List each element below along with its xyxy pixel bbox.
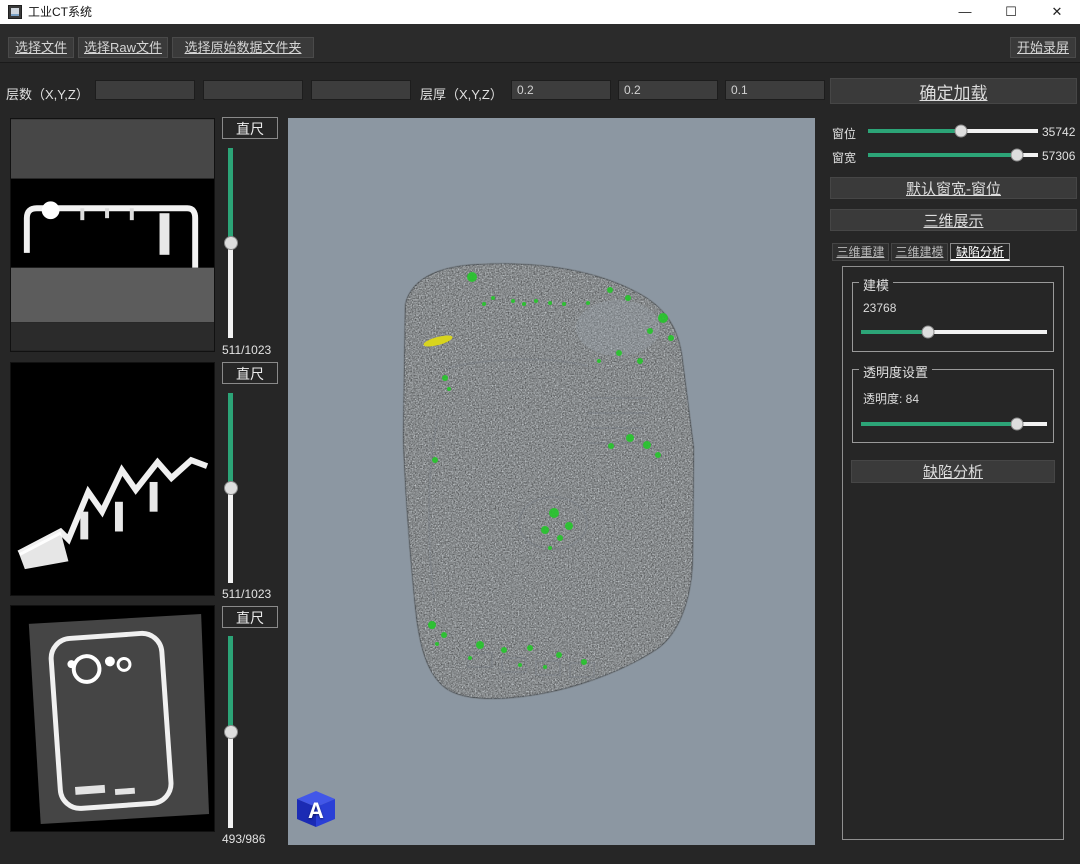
window-level-value: 35742 bbox=[1042, 125, 1075, 139]
ct-slice-view-2 bbox=[10, 362, 215, 596]
window-width-slider[interactable] bbox=[868, 148, 1038, 162]
thickness-z-input[interactable] bbox=[725, 80, 825, 100]
ruler-label-3: 直尺 bbox=[222, 606, 278, 628]
ruler-text-3: 直尺 bbox=[236, 610, 264, 626]
window-level-label: 窗位 bbox=[832, 125, 856, 142]
ruler-text-2: 直尺 bbox=[236, 366, 264, 382]
ct-slice-image-3 bbox=[11, 606, 214, 831]
ct-slice-image-2 bbox=[11, 363, 214, 595]
window-controls: — ☐ ✕ bbox=[942, 0, 1080, 24]
ruler-label-2: 直尺 bbox=[222, 362, 278, 384]
slice-slider-3[interactable] bbox=[224, 636, 238, 828]
defect-analysis-panel: 建模 23768 透明度设置 透明度: 84 缺陷分析 bbox=[842, 266, 1064, 840]
slice-slider-1[interactable] bbox=[224, 148, 238, 338]
app-window: { "window": { "title": "工业CT系统", "contro… bbox=[0, 0, 1080, 864]
slider-handle[interactable] bbox=[224, 236, 238, 250]
ct-slice-view-1 bbox=[10, 118, 215, 352]
thickness-x-input[interactable] bbox=[511, 80, 611, 100]
transparency-group: 透明度设置 透明度: 84 bbox=[852, 369, 1054, 443]
modeling-value: 23768 bbox=[863, 301, 896, 315]
slice-position-1: 511/1023 bbox=[222, 343, 271, 357]
window-width-label: 窗宽 bbox=[832, 149, 856, 166]
minimize-button[interactable]: — bbox=[942, 0, 988, 24]
default-window-button[interactable]: 默认窗宽-窗位 bbox=[830, 177, 1077, 199]
logo-letter: A bbox=[296, 795, 336, 827]
close-button[interactable]: ✕ bbox=[1034, 0, 1080, 24]
slice-position-2: 511/1023 bbox=[222, 587, 271, 601]
slider-handle[interactable] bbox=[1011, 418, 1024, 431]
window-width-value: 57306 bbox=[1042, 149, 1075, 163]
viewer-logo: A bbox=[296, 789, 336, 827]
window-level-slider[interactable] bbox=[868, 124, 1038, 138]
modeling-group-title: 建模 bbox=[859, 275, 893, 294]
start-recording-button[interactable]: 开始录屏 bbox=[1010, 37, 1076, 58]
ct-3d-render bbox=[288, 118, 815, 845]
app-icon bbox=[8, 5, 22, 19]
ct-slice-image-1 bbox=[11, 119, 214, 351]
defect-analysis-button[interactable]: 缺陷分析 bbox=[851, 460, 1055, 483]
slice-slider-2[interactable] bbox=[224, 393, 238, 583]
ct-slice-view-3 bbox=[10, 605, 215, 832]
confirm-load-button[interactable]: 确定加载 bbox=[830, 78, 1077, 104]
slider-handle[interactable] bbox=[954, 125, 967, 138]
ruler-text-1: 直尺 bbox=[236, 121, 264, 137]
select-raw-folder-button[interactable]: 选择原始数据文件夹 bbox=[172, 37, 314, 58]
thickness-y-input[interactable] bbox=[618, 80, 718, 100]
slider-handle[interactable] bbox=[922, 326, 935, 339]
titlebar: 工业CT系统 — ☐ ✕ bbox=[0, 0, 1080, 24]
display-3d-button[interactable]: 三维展示 bbox=[830, 209, 1077, 231]
modeling-group: 建模 23768 bbox=[852, 282, 1054, 352]
toolbar: 选择文件 选择Raw文件 选择原始数据文件夹 开始录屏 bbox=[0, 24, 1080, 63]
slider-handle[interactable] bbox=[1010, 149, 1023, 162]
slider-fill bbox=[861, 330, 928, 334]
ruler-label-1: 直尺 bbox=[222, 117, 278, 139]
layers-x-input[interactable] bbox=[95, 80, 195, 100]
tab-3d-reconstruction[interactable]: 三维重建 bbox=[832, 243, 889, 261]
window-title: 工业CT系统 bbox=[28, 0, 92, 24]
slider-handle[interactable] bbox=[224, 725, 238, 739]
select-raw-file-button[interactable]: 选择Raw文件 bbox=[78, 37, 168, 58]
layers-z-input[interactable] bbox=[311, 80, 411, 100]
transparency-group-title: 透明度设置 bbox=[859, 362, 932, 381]
slice-position-3: 493/986 bbox=[222, 832, 265, 846]
thickness-label: 层厚（X,Y,Z） bbox=[420, 84, 503, 103]
slider-fill bbox=[228, 148, 233, 243]
tab-defect-analysis[interactable]: 缺陷分析 bbox=[950, 243, 1010, 261]
layers-y-input[interactable] bbox=[203, 80, 303, 100]
slider-fill bbox=[868, 153, 1017, 157]
viewport-3d[interactable]: A bbox=[288, 118, 815, 845]
maximize-button[interactable]: ☐ bbox=[988, 0, 1034, 24]
transparency-slider[interactable] bbox=[861, 417, 1047, 431]
tab-3d-modeling[interactable]: 三维建模 bbox=[891, 243, 948, 261]
slider-fill bbox=[868, 129, 961, 133]
slider-handle[interactable] bbox=[224, 481, 238, 495]
transparency-value: 透明度: 84 bbox=[863, 390, 919, 407]
slider-fill bbox=[228, 636, 233, 732]
layers-label: 层数（X,Y,Z） bbox=[6, 84, 89, 103]
select-file-button[interactable]: 选择文件 bbox=[8, 37, 74, 58]
slider-fill bbox=[861, 422, 1017, 426]
slider-fill bbox=[228, 393, 233, 488]
modeling-slider[interactable] bbox=[861, 325, 1047, 339]
